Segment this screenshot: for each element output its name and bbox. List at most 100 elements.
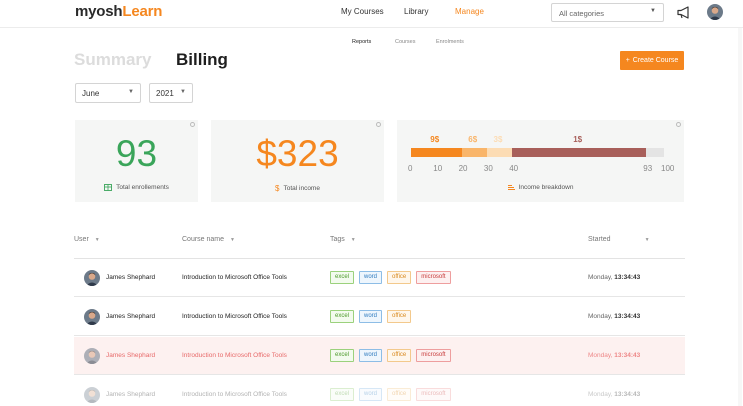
breakdown-segment — [411, 148, 462, 157]
dollar-icon: $ — [275, 184, 280, 193]
breakdown-tick-label: 100 — [661, 164, 675, 173]
chevron-down-icon: ▼ — [180, 89, 186, 95]
avatar — [84, 387, 100, 403]
tag-word[interactable]: word — [359, 310, 383, 323]
user-name: James Shephard — [106, 313, 156, 320]
avatar — [84, 348, 100, 364]
tag-word[interactable]: word — [359, 388, 383, 401]
course-name[interactable]: Introduction to Microsoft Office Tools — [182, 352, 287, 359]
course-name[interactable]: Introduction to Microsoft Office Tools — [182, 391, 287, 398]
tag-office[interactable]: office — [387, 388, 412, 401]
table-row[interactable]: James Shephard Introduction to Microsoft … — [74, 376, 685, 406]
info-icon[interactable] — [190, 122, 195, 127]
info-icon[interactable] — [676, 122, 681, 127]
chevron-down-icon: ▼ — [128, 89, 134, 95]
user-name: James Shephard — [106, 274, 156, 281]
year-select-value: 2021 — [156, 89, 174, 98]
category-select[interactable]: All categories ▼ — [551, 3, 664, 22]
table-row[interactable]: James Shephard Introduction to Microsoft … — [74, 298, 685, 336]
breakdown-segment — [646, 148, 664, 157]
table-icon — [104, 184, 113, 191]
tag-word[interactable]: word — [359, 349, 383, 362]
breakdown-value-label: 1$ — [573, 135, 583, 144]
nav-manage[interactable]: Manage — [455, 7, 484, 16]
subtab-courses[interactable]: Courses — [395, 39, 415, 45]
nav-library[interactable]: Library — [404, 7, 428, 16]
breakdown-segment — [512, 148, 647, 157]
tag-excel[interactable]: excel — [330, 310, 355, 323]
breakdown-tick-label: 30 — [483, 164, 493, 173]
user-avatar[interactable] — [707, 4, 723, 20]
tag-office[interactable]: office — [387, 271, 412, 284]
income-breakdown-card: 9$ 6$ 3$ 1$ 0 10 20 30 40 93 100 Income breakdown — [397, 120, 684, 202]
category-select-value: All categories — [559, 9, 605, 18]
breakdown-value-label: 9$ — [430, 135, 440, 144]
chevron-down-icon: ▼ — [350, 236, 356, 243]
nav-my-courses[interactable]: My Courses — [341, 7, 384, 16]
create-course-button[interactable]: + Create Course — [620, 51, 684, 70]
chevron-down-icon: ▼ — [94, 236, 100, 243]
tag-word[interactable]: word — [359, 271, 383, 284]
tag-microsoft[interactable]: microsoft — [416, 271, 451, 284]
tag-excel[interactable]: excel — [330, 388, 355, 401]
list-icon — [507, 185, 515, 190]
breakdown-tick-label: 40 — [509, 164, 519, 173]
breakdown-tick-label: 20 — [458, 164, 468, 173]
col-tags[interactable]: Tags ▼ — [330, 236, 356, 243]
breakdown-segment — [486, 148, 513, 157]
top-navbar: myoshLearn My Courses Library Manage All… — [0, 0, 743, 28]
year-select[interactable]: 2021 ▼ — [149, 83, 193, 103]
breakdown-tick-label: 0 — [408, 164, 413, 173]
col-started[interactable]: Started ▼ — [588, 236, 650, 243]
started-time: Monday, 13:34:43 — [588, 313, 641, 320]
chevron-down-icon: ▼ — [650, 8, 656, 14]
started-time: Monday, 13:34:43 — [588, 274, 641, 281]
breakdown-tick-label: 93 — [643, 164, 653, 173]
breakdown-segment — [461, 148, 487, 157]
tag-list: excel word office microsoft — [330, 388, 451, 401]
total-enrollments-label: Total enrollements — [75, 184, 198, 191]
course-name[interactable]: Introduction to Microsoft Office Tools — [182, 313, 287, 320]
breakdown-tick-label: 10 — [433, 164, 443, 173]
logo[interactable]: myoshLearn — [75, 3, 162, 20]
tab-billing[interactable]: Billing — [176, 50, 228, 70]
subtab-enrolments[interactable]: Enrolments — [436, 39, 464, 45]
col-course-name[interactable]: Course name ▼ — [182, 236, 235, 243]
chevron-down-icon: ▼ — [644, 236, 650, 243]
avatar — [84, 309, 100, 325]
table-row[interactable]: James Shephard Introduction to Microsoft … — [74, 259, 685, 297]
income-card: $323 $ Total income — [211, 120, 384, 202]
user-name: James Shephard — [106, 352, 156, 359]
scrollbar[interactable] — [738, 28, 742, 406]
create-course-label: Create Course — [632, 57, 679, 64]
col-user[interactable]: User ▼ — [74, 236, 100, 243]
month-select[interactable]: June ▼ — [75, 83, 141, 103]
info-icon[interactable] — [376, 122, 381, 127]
tag-excel[interactable]: excel — [330, 349, 355, 362]
tag-list: excel word office microsoft — [330, 271, 451, 284]
tag-microsoft[interactable]: microsoft — [416, 349, 451, 362]
tag-list: excel word office microsoft — [330, 349, 451, 362]
started-time: Monday, 13:34:43 — [588, 352, 641, 359]
month-select-value: June — [82, 89, 100, 98]
total-income-label: $ Total income — [275, 184, 320, 193]
megaphone-icon[interactable] — [677, 6, 691, 19]
tab-summary[interactable]: Summary — [74, 50, 151, 70]
tag-office[interactable]: office — [387, 349, 412, 362]
course-name[interactable]: Introduction to Microsoft Office Tools — [182, 274, 287, 281]
chevron-down-icon: ▼ — [230, 236, 235, 243]
breakdown-value-label: 3$ — [493, 135, 503, 144]
subtab-reports[interactable]: Reports — [352, 39, 371, 45]
user-name: James Shephard — [106, 391, 156, 398]
tag-microsoft[interactable]: microsoft — [416, 388, 451, 401]
table-row[interactable]: James Shephard Introduction to Microsoft … — [74, 337, 685, 375]
total-enrollments-value: 93 — [115, 133, 158, 174]
avatar — [84, 270, 100, 286]
tag-excel[interactable]: excel — [330, 271, 355, 284]
started-time: Monday, 13:34:43 — [588, 391, 641, 398]
income-breakdown-label: Income breakdown — [397, 184, 684, 191]
enrollments-card: 93 Total enrollements — [75, 120, 198, 202]
breakdown-value-label: 6$ — [468, 135, 478, 144]
tag-office[interactable]: office — [387, 310, 412, 323]
tag-list: excel word office — [330, 310, 412, 323]
